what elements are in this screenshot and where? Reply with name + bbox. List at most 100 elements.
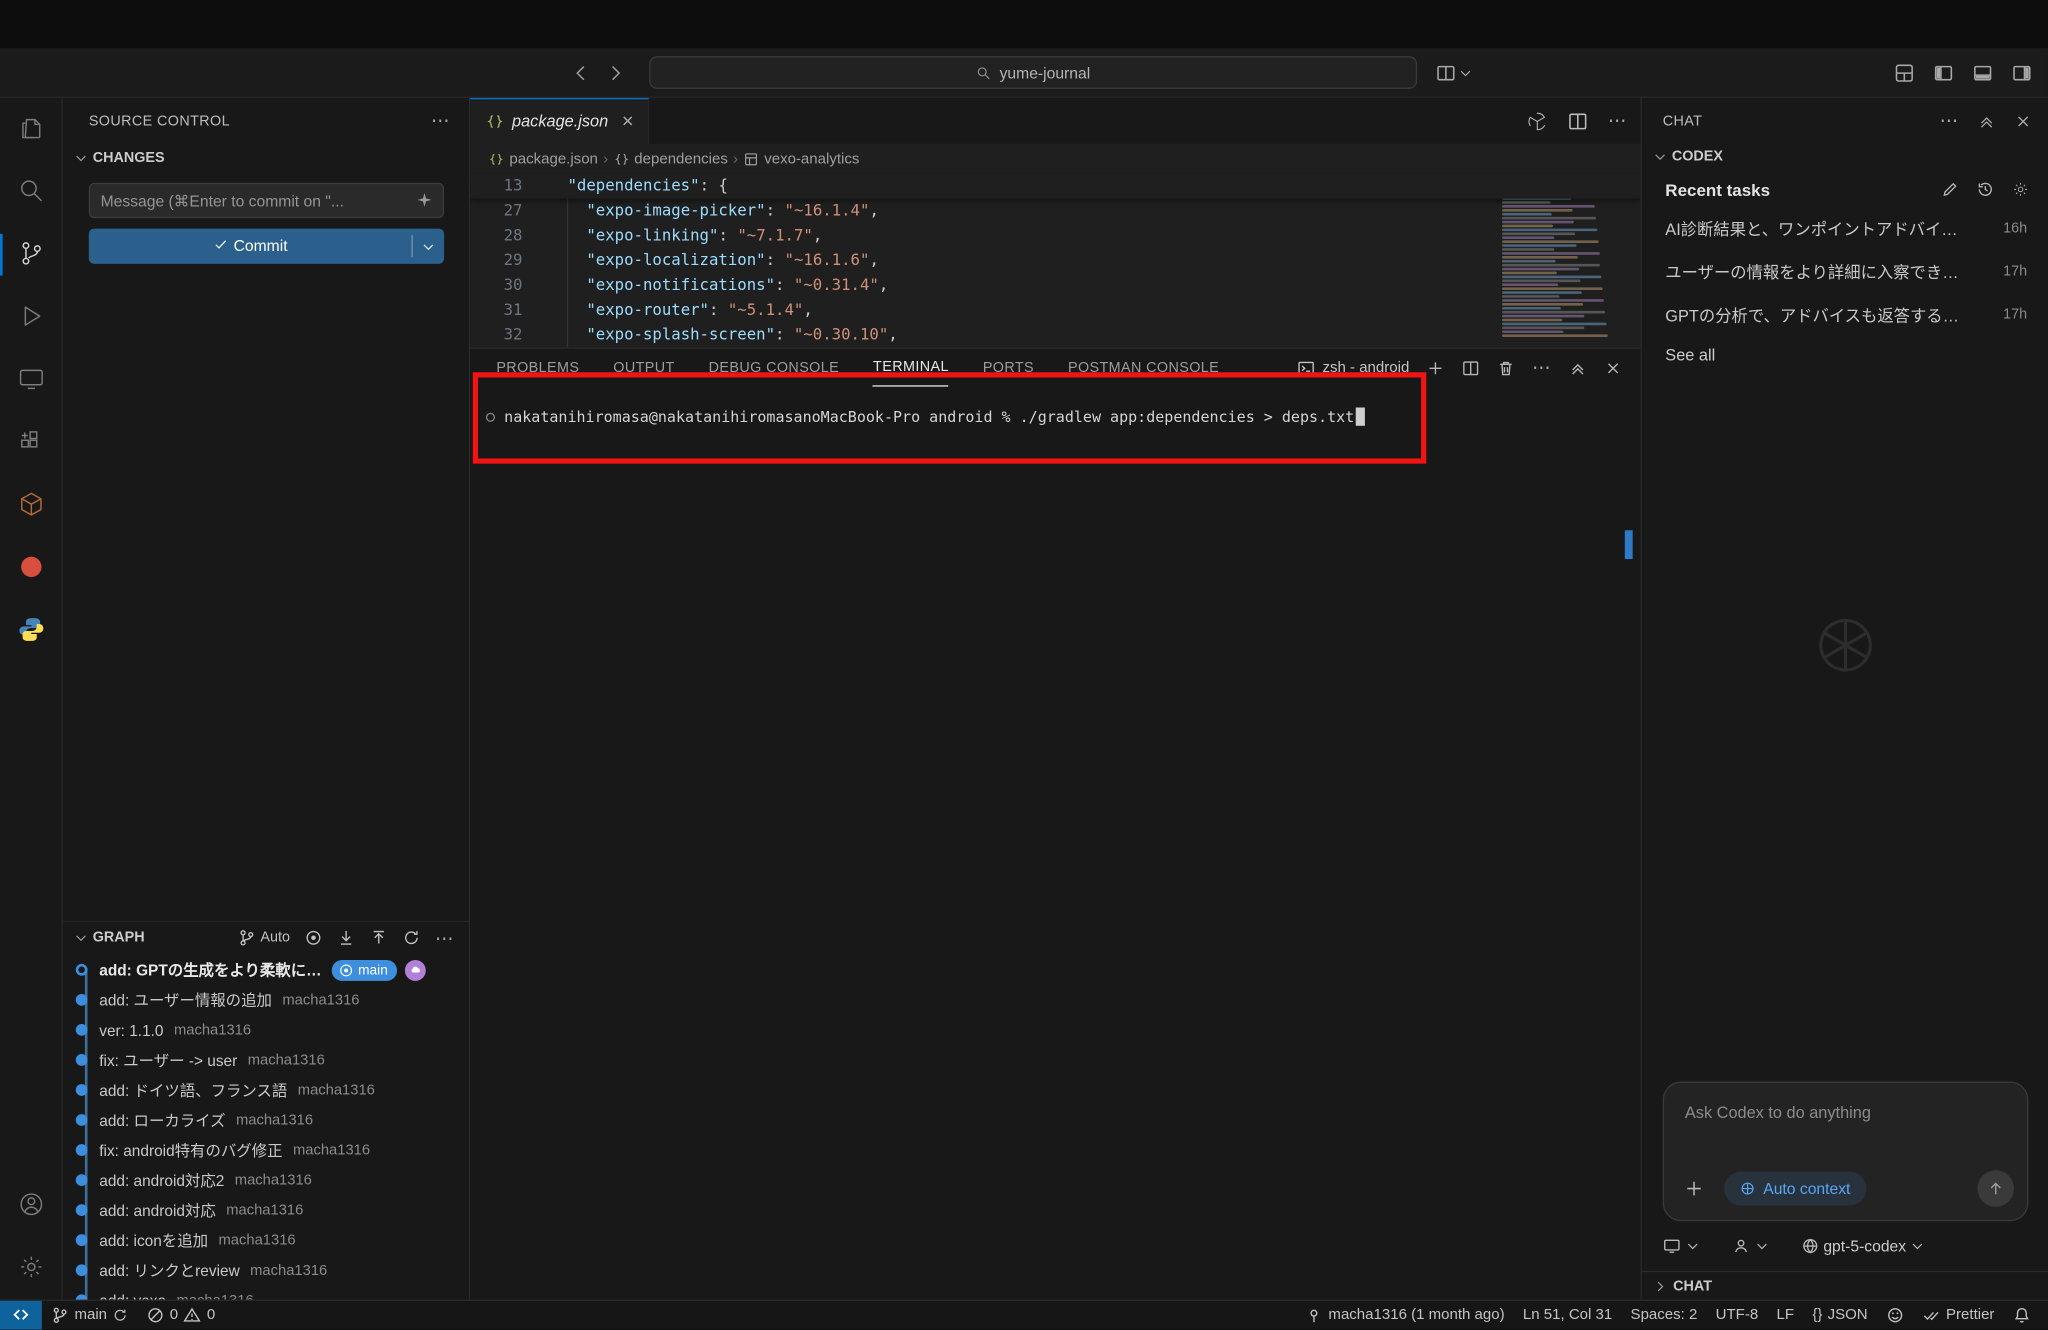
- target-icon[interactable]: [304, 929, 322, 947]
- auto-context-button[interactable]: Auto context: [1724, 1172, 1866, 1206]
- language-mode-item[interactable]: {} JSON: [1803, 1301, 1877, 1330]
- code-line[interactable]: 28 "expo-linking": "~7.1.7",: [470, 223, 1640, 248]
- graph-more-actions-icon[interactable]: ⋯: [435, 927, 455, 949]
- refresh-icon[interactable]: [402, 929, 420, 947]
- indentation-item[interactable]: Spaces: 2: [1621, 1301, 1706, 1330]
- commit-row[interactable]: add: android対応2macha1316: [63, 1165, 471, 1195]
- kill-terminal-icon[interactable]: [1497, 359, 1515, 377]
- codex-settings-icon[interactable]: [2011, 180, 2029, 198]
- close-panel-icon[interactable]: [1604, 359, 1622, 377]
- panel-tab-problems[interactable]: PROBLEMS: [496, 349, 579, 387]
- commit-row[interactable]: add: ローカライズmacha1316: [63, 1105, 471, 1135]
- commit-message-input[interactable]: [89, 183, 444, 218]
- split-editor-icon[interactable]: [1567, 110, 1588, 131]
- gradle-extension-icon[interactable]: [0, 537, 62, 600]
- environment-selector[interactable]: [1663, 1237, 1701, 1255]
- accounts-icon[interactable]: [0, 1174, 62, 1237]
- command-center-search[interactable]: yume-journal: [649, 56, 1417, 89]
- model-selector[interactable]: gpt-5-codex: [1801, 1237, 1926, 1255]
- generate-commit-message-icon[interactable]: [415, 191, 433, 209]
- breadcrumb-item-file[interactable]: package.json: [488, 151, 597, 167]
- search-sidebar-icon[interactable]: [0, 161, 62, 224]
- code-editor[interactable]: 13 "dependencies": { 27 "expo-image-pick…: [470, 174, 1640, 348]
- panel-tab-postman-console[interactable]: POSTMAN CONSOLE: [1068, 349, 1219, 387]
- editor-more-actions-icon[interactable]: ⋯: [1608, 110, 1628, 132]
- settings-gear-icon[interactable]: [0, 1237, 62, 1300]
- terminal-more-actions-icon[interactable]: ⋯: [1532, 357, 1552, 379]
- remote-indicator[interactable]: [0, 1301, 42, 1330]
- commit-row[interactable]: add: ドイツ語、フランス語macha1316: [63, 1075, 471, 1105]
- extension-status-icon[interactable]: [1877, 1301, 1914, 1330]
- terminal-instance-selector[interactable]: zsh - android: [1296, 359, 1409, 377]
- source-control-icon[interactable]: [0, 223, 62, 286]
- chat-collapsed-section[interactable]: CHAT: [1642, 1271, 2048, 1300]
- task-list-item[interactable]: ユーザーの情報をより詳細に入察でき…17h: [1642, 249, 2048, 292]
- pull-icon[interactable]: [337, 929, 355, 947]
- panel-tab-ports[interactable]: PORTS: [983, 349, 1034, 387]
- terminal-output[interactable]: nakatanihiromasa@nakatanihiromasanoMacBo…: [486, 408, 1365, 426]
- code-line[interactable]: 32 "expo-splash-screen": "~0.30.10",: [470, 323, 1640, 348]
- tab-close-icon[interactable]: ✕: [621, 112, 634, 130]
- branch-badge-main[interactable]: main: [332, 959, 397, 980]
- breadcrumb-item-dependencies[interactable]: dependencies: [613, 151, 727, 167]
- toggle-secondary-sidebar-icon[interactable]: [2011, 63, 2032, 84]
- encoding-item[interactable]: UTF-8: [1707, 1301, 1768, 1330]
- panel-tab-terminal[interactable]: TERMINAL: [873, 349, 949, 387]
- extensions-icon[interactable]: [0, 411, 62, 474]
- graph-branch-picker[interactable]: Auto: [238, 929, 290, 947]
- code-line[interactable]: 27 "expo-image-picker": "~16.1.4",: [470, 199, 1640, 224]
- new-terminal-icon[interactable]: [1426, 359, 1444, 377]
- changes-section-header[interactable]: CHANGES: [63, 144, 469, 173]
- code-line[interactable]: 29 "expo-localization": "~16.1.6",: [470, 248, 1640, 273]
- commit-row[interactable]: add: ユーザー情報の追加macha1316: [63, 985, 471, 1015]
- commit-row[interactable]: ver: 1.1.0macha1316: [63, 1015, 471, 1045]
- commit-row[interactable]: add: リンクとreviewmacha1316: [63, 1255, 471, 1285]
- nav-back-icon[interactable]: [571, 62, 592, 83]
- commit-button[interactable]: Commit: [89, 229, 444, 264]
- send-button[interactable]: [1977, 1170, 2014, 1207]
- maximize-panel-icon[interactable]: [1569, 359, 1587, 377]
- panel-tab-output[interactable]: OUTPUT: [613, 349, 674, 387]
- tab-package-json[interactable]: package.json ✕: [470, 98, 649, 144]
- push-icon[interactable]: [370, 929, 388, 947]
- editor-layout-dropdown[interactable]: [1435, 62, 1473, 83]
- chat-maximize-icon[interactable]: [1977, 112, 1995, 130]
- commit-row[interactable]: add: vexomacha1316: [63, 1285, 471, 1299]
- code-line[interactable]: 31 "expo-router": "~5.1.4",: [470, 298, 1640, 323]
- commit-row[interactable]: add: GPTの生成をより柔軟に…main: [63, 955, 471, 985]
- code-line[interactable]: 13 "dependencies": {: [470, 174, 1640, 199]
- problems-status-item[interactable]: 0 0: [137, 1301, 224, 1330]
- python-extension-icon[interactable]: [0, 600, 62, 663]
- history-icon[interactable]: [1976, 180, 1994, 198]
- code-line[interactable]: 30 "expo-notifications": "~0.31.4",: [470, 273, 1640, 298]
- commit-row[interactable]: add: android対応macha1316: [63, 1195, 471, 1225]
- more-actions-icon[interactable]: ⋯: [431, 110, 451, 132]
- notifications-bell-icon[interactable]: [2004, 1301, 2041, 1330]
- new-task-icon[interactable]: [1941, 180, 1959, 198]
- breadcrumb-item-vexo-analytics[interactable]: vexo-analytics: [743, 151, 859, 167]
- task-list-item[interactable]: GPTの分析で、アドバイスも返答する…17h: [1642, 293, 2048, 336]
- panel-tab-debug-console[interactable]: DEBUG CONSOLE: [709, 349, 839, 387]
- minimap[interactable]: [1502, 178, 1622, 343]
- codex-section-header[interactable]: CODEX: [1642, 144, 2048, 170]
- run-debug-icon[interactable]: [0, 286, 62, 349]
- branch-status-item[interactable]: main: [42, 1301, 137, 1330]
- see-all-link[interactable]: See all: [1642, 336, 2048, 375]
- toggle-sidebar-icon[interactable]: [1933, 63, 1954, 84]
- task-list-item[interactable]: AI診断結果と、ワンポイントアドバイ…16h: [1642, 206, 2048, 249]
- sticky-scroll-line[interactable]: 13 "dependencies": {: [470, 174, 1640, 199]
- formatter-item[interactable]: Prettier: [1913, 1301, 2003, 1330]
- commit-row[interactable]: add: iconを追加macha1316: [63, 1225, 471, 1255]
- chat-more-actions-icon[interactable]: ⋯: [1940, 110, 1960, 132]
- attach-button[interactable]: [1677, 1172, 1711, 1206]
- nav-forward-icon[interactable]: [605, 62, 626, 83]
- chat-input-box[interactable]: Ask Codex to do anything Auto context: [1663, 1081, 2029, 1221]
- scrollbar-thumb[interactable]: [1625, 530, 1633, 559]
- customize-layout-icon[interactable]: [1894, 63, 1915, 84]
- chat-close-icon[interactable]: [2014, 112, 2032, 130]
- agent-selector[interactable]: [1732, 1237, 1770, 1255]
- commit-row[interactable]: fix: ユーザー -> usermacha1316: [63, 1045, 471, 1075]
- commit-row[interactable]: fix: android特有のバグ修正macha1316: [63, 1135, 471, 1165]
- cursor-position-item[interactable]: Ln 51, Col 31: [1514, 1301, 1622, 1330]
- toggle-panel-icon[interactable]: [1972, 63, 1993, 84]
